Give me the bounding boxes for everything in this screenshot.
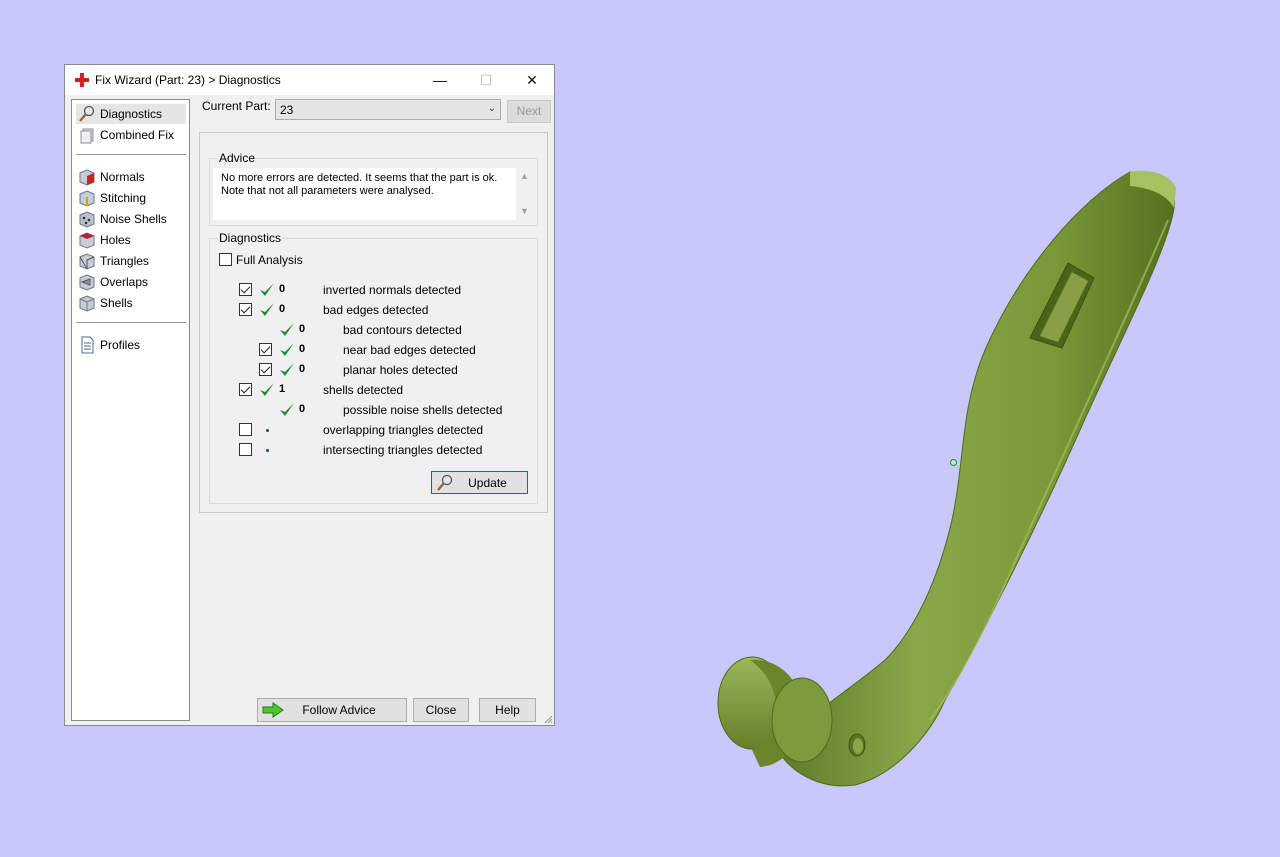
advice-title: Advice bbox=[218, 151, 257, 165]
pending-dot-icon bbox=[266, 429, 269, 432]
document-icon bbox=[81, 336, 94, 354]
diagnostic-row: 1 shells detected bbox=[210, 381, 530, 399]
diagnostic-label: overlapping triangles detected bbox=[323, 423, 484, 437]
nav-item-triangles[interactable]: Triangles bbox=[76, 251, 186, 271]
nav-divider bbox=[76, 322, 186, 323]
nav-item-holes[interactable]: Holes bbox=[76, 230, 186, 250]
advice-group: Advice No more errors are detected. It s… bbox=[209, 151, 538, 226]
diagnostic-label: shells detected bbox=[323, 383, 404, 397]
scroll-up-icon[interactable]: ▲ bbox=[520, 171, 529, 181]
diagnostic-count: 0 bbox=[279, 303, 286, 315]
diagnostic-checkbox[interactable] bbox=[259, 363, 272, 376]
green-check-icon bbox=[280, 343, 294, 356]
diagnostics-panel: Advice No more errors are detected. It s… bbox=[199, 132, 548, 513]
pivot-marker[interactable] bbox=[950, 459, 957, 466]
diagnostic-row: 0 inverted normals detected bbox=[210, 281, 530, 299]
red-cross-icon bbox=[75, 73, 89, 87]
green-check-icon bbox=[260, 303, 274, 316]
triangles-cube-icon bbox=[79, 253, 95, 270]
nav-item-shells[interactable]: Shells bbox=[76, 293, 186, 313]
close-window-button[interactable]: ✕ bbox=[509, 65, 555, 95]
diagnostic-count: 1 bbox=[279, 383, 286, 395]
magnifier-icon bbox=[79, 105, 95, 122]
green-check-icon bbox=[280, 403, 294, 416]
noise-shells-icon bbox=[79, 211, 95, 228]
maximize-button[interactable]: ☐ bbox=[463, 65, 509, 95]
wizard-nav: Diagnostics Combined Fix Normals Stitchi… bbox=[71, 99, 190, 721]
diagnostic-checkbox[interactable] bbox=[239, 423, 252, 436]
diagnostic-row: intersecting triangles detected bbox=[210, 441, 530, 459]
diagnostic-count: 0 bbox=[299, 403, 306, 415]
diagnostic-label: possible noise shells detected bbox=[343, 403, 503, 417]
resize-grip-icon[interactable] bbox=[543, 714, 553, 724]
diagnostic-count: 0 bbox=[299, 323, 306, 335]
nav-item-diagnostics[interactable]: Diagnostics bbox=[76, 104, 186, 124]
nav-divider bbox=[76, 154, 186, 155]
diagnostic-label: near bad edges detected bbox=[343, 343, 476, 357]
green-check-icon bbox=[260, 283, 274, 296]
advice-scrollbar[interactable]: ▲ ▼ bbox=[516, 168, 534, 220]
help-button[interactable]: Help bbox=[479, 698, 536, 722]
diagnostic-checkbox[interactable] bbox=[239, 283, 252, 296]
diagnostic-row: 0 near bad edges detected bbox=[210, 341, 530, 359]
diagnostic-checkbox[interactable] bbox=[239, 383, 252, 396]
scroll-down-icon[interactable]: ▼ bbox=[520, 206, 529, 216]
current-part-dropdown[interactable]: 23 ⌄ bbox=[275, 99, 501, 120]
window-title: Fix Wizard (Part: 23) > Diagnostics bbox=[95, 73, 281, 87]
nav-item-profiles[interactable]: Profiles bbox=[76, 335, 186, 355]
diagnostic-count: 0 bbox=[299, 343, 306, 355]
current-part-label: Current Part: bbox=[202, 99, 271, 113]
holes-cube-icon bbox=[79, 232, 95, 249]
diagnostic-label: intersecting triangles detected bbox=[323, 443, 483, 457]
nav-item-noise-shells[interactable]: Noise Shells bbox=[76, 209, 186, 229]
follow-advice-button[interactable]: Follow Advice bbox=[257, 698, 407, 722]
3d-part-model[interactable] bbox=[690, 160, 1210, 800]
diagnostic-checkbox[interactable] bbox=[239, 443, 252, 456]
nav-item-overlaps[interactable]: Overlaps bbox=[76, 272, 186, 292]
full-analysis-label: Full Analysis bbox=[236, 253, 303, 267]
nav-item-combined-fix[interactable]: Combined Fix bbox=[76, 125, 186, 145]
diagnostic-row: overlapping triangles detected bbox=[210, 421, 530, 439]
overlaps-cube-icon bbox=[79, 274, 95, 291]
green-check-icon bbox=[280, 363, 294, 376]
diagnostic-row: 0 possible noise shells detected bbox=[210, 401, 530, 419]
next-button[interactable]: Next bbox=[507, 100, 551, 123]
minimize-button[interactable]: — bbox=[417, 65, 463, 95]
close-button[interactable]: Close bbox=[413, 698, 469, 722]
diagnostic-label: bad edges detected bbox=[323, 303, 429, 317]
nav-item-normals[interactable]: Normals bbox=[76, 167, 186, 187]
diagnostic-label: inverted normals detected bbox=[323, 283, 462, 297]
diagnostic-row: 0 bad edges detected bbox=[210, 301, 530, 319]
green-check-icon bbox=[260, 383, 274, 396]
3d-viewport[interactable]: Fix Wizard (Part: 23) > Diagnostics — ☐ … bbox=[0, 0, 1280, 857]
diagnostics-group: Diagnostics Full Analysis 0 inverted norm… bbox=[209, 231, 538, 504]
shells-cube-icon bbox=[79, 295, 95, 312]
normals-cube-icon bbox=[79, 169, 95, 186]
diagnostic-count: 0 bbox=[279, 283, 286, 295]
chevron-down-icon: ⌄ bbox=[487, 103, 496, 114]
nav-item-stitching[interactable]: Stitching bbox=[76, 188, 186, 208]
diagnostic-row: 0 planar holes detected bbox=[210, 361, 530, 379]
diagnostic-row: 0 bad contours detected bbox=[210, 321, 530, 339]
diagnostic-label: bad contours detected bbox=[343, 323, 462, 337]
stitching-cube-icon bbox=[79, 190, 95, 207]
current-part-value: 23 bbox=[280, 103, 294, 117]
full-analysis-checkbox[interactable] bbox=[219, 253, 232, 266]
diagnostic-checkbox[interactable] bbox=[259, 343, 272, 356]
diagnostics-title: Diagnostics bbox=[218, 231, 283, 245]
advice-text: No more errors are detected. It seems th… bbox=[221, 172, 498, 197]
diagnostic-count: 0 bbox=[299, 363, 306, 375]
green-arrow-icon bbox=[262, 702, 284, 718]
title-bar[interactable]: Fix Wizard (Part: 23) > Diagnostics — ☐ … bbox=[65, 65, 554, 95]
diagnostic-checkbox[interactable] bbox=[239, 303, 252, 316]
pending-dot-icon bbox=[266, 449, 269, 452]
diagnostic-label: planar holes detected bbox=[343, 363, 458, 377]
advice-textbox[interactable]: No more errors are detected. It seems th… bbox=[213, 168, 516, 220]
fix-wizard-dialog: Fix Wizard (Part: 23) > Diagnostics — ☐ … bbox=[64, 64, 555, 726]
green-check-icon bbox=[280, 323, 294, 336]
update-button[interactable]: Update bbox=[431, 471, 528, 494]
combined-fix-icon bbox=[80, 128, 94, 144]
